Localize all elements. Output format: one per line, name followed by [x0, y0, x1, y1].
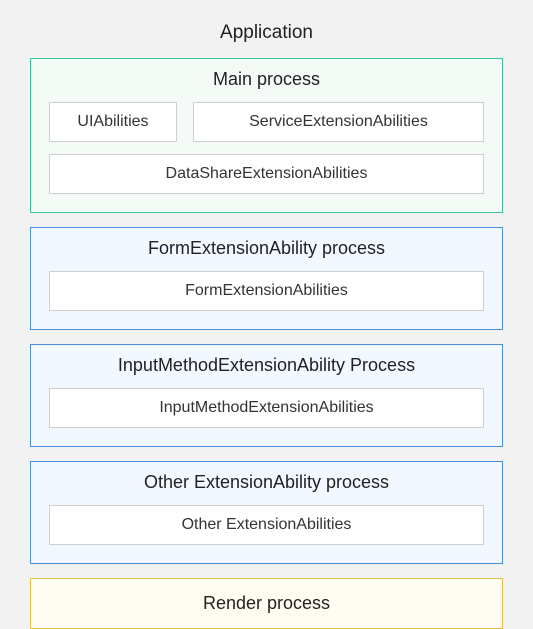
form-extension-abilities: FormExtensionAbilities [49, 271, 484, 311]
form-extension-process-title: FormExtensionAbility process [49, 238, 484, 259]
input-method-extension-process-box: InputMethodExtensionAbility Process Inpu… [30, 344, 503, 447]
other-extension-process-box: Other ExtensionAbility process Other Ext… [30, 461, 503, 564]
main-process-box: Main process UIAbilities ServiceExtensio… [30, 58, 503, 213]
main-process-title: Main process [49, 69, 484, 90]
service-extension-abilities: ServiceExtensionAbilities [193, 102, 484, 142]
other-extension-process-title: Other ExtensionAbility process [49, 472, 484, 493]
datashare-extension-abilities: DataShareExtensionAbilities [49, 154, 484, 194]
form-extension-process-box: FormExtensionAbility process FormExtensi… [30, 227, 503, 330]
input-method-extension-process-title: InputMethodExtensionAbility Process [49, 355, 484, 376]
render-process-box: Render process [30, 578, 503, 629]
application-title: Application [30, 22, 503, 44]
input-method-extension-abilities: InputMethodExtensionAbilities [49, 388, 484, 428]
other-extension-abilities: Other ExtensionAbilities [49, 505, 484, 545]
ui-abilities: UIAbilities [49, 102, 177, 142]
render-process-title: Render process [49, 593, 484, 614]
